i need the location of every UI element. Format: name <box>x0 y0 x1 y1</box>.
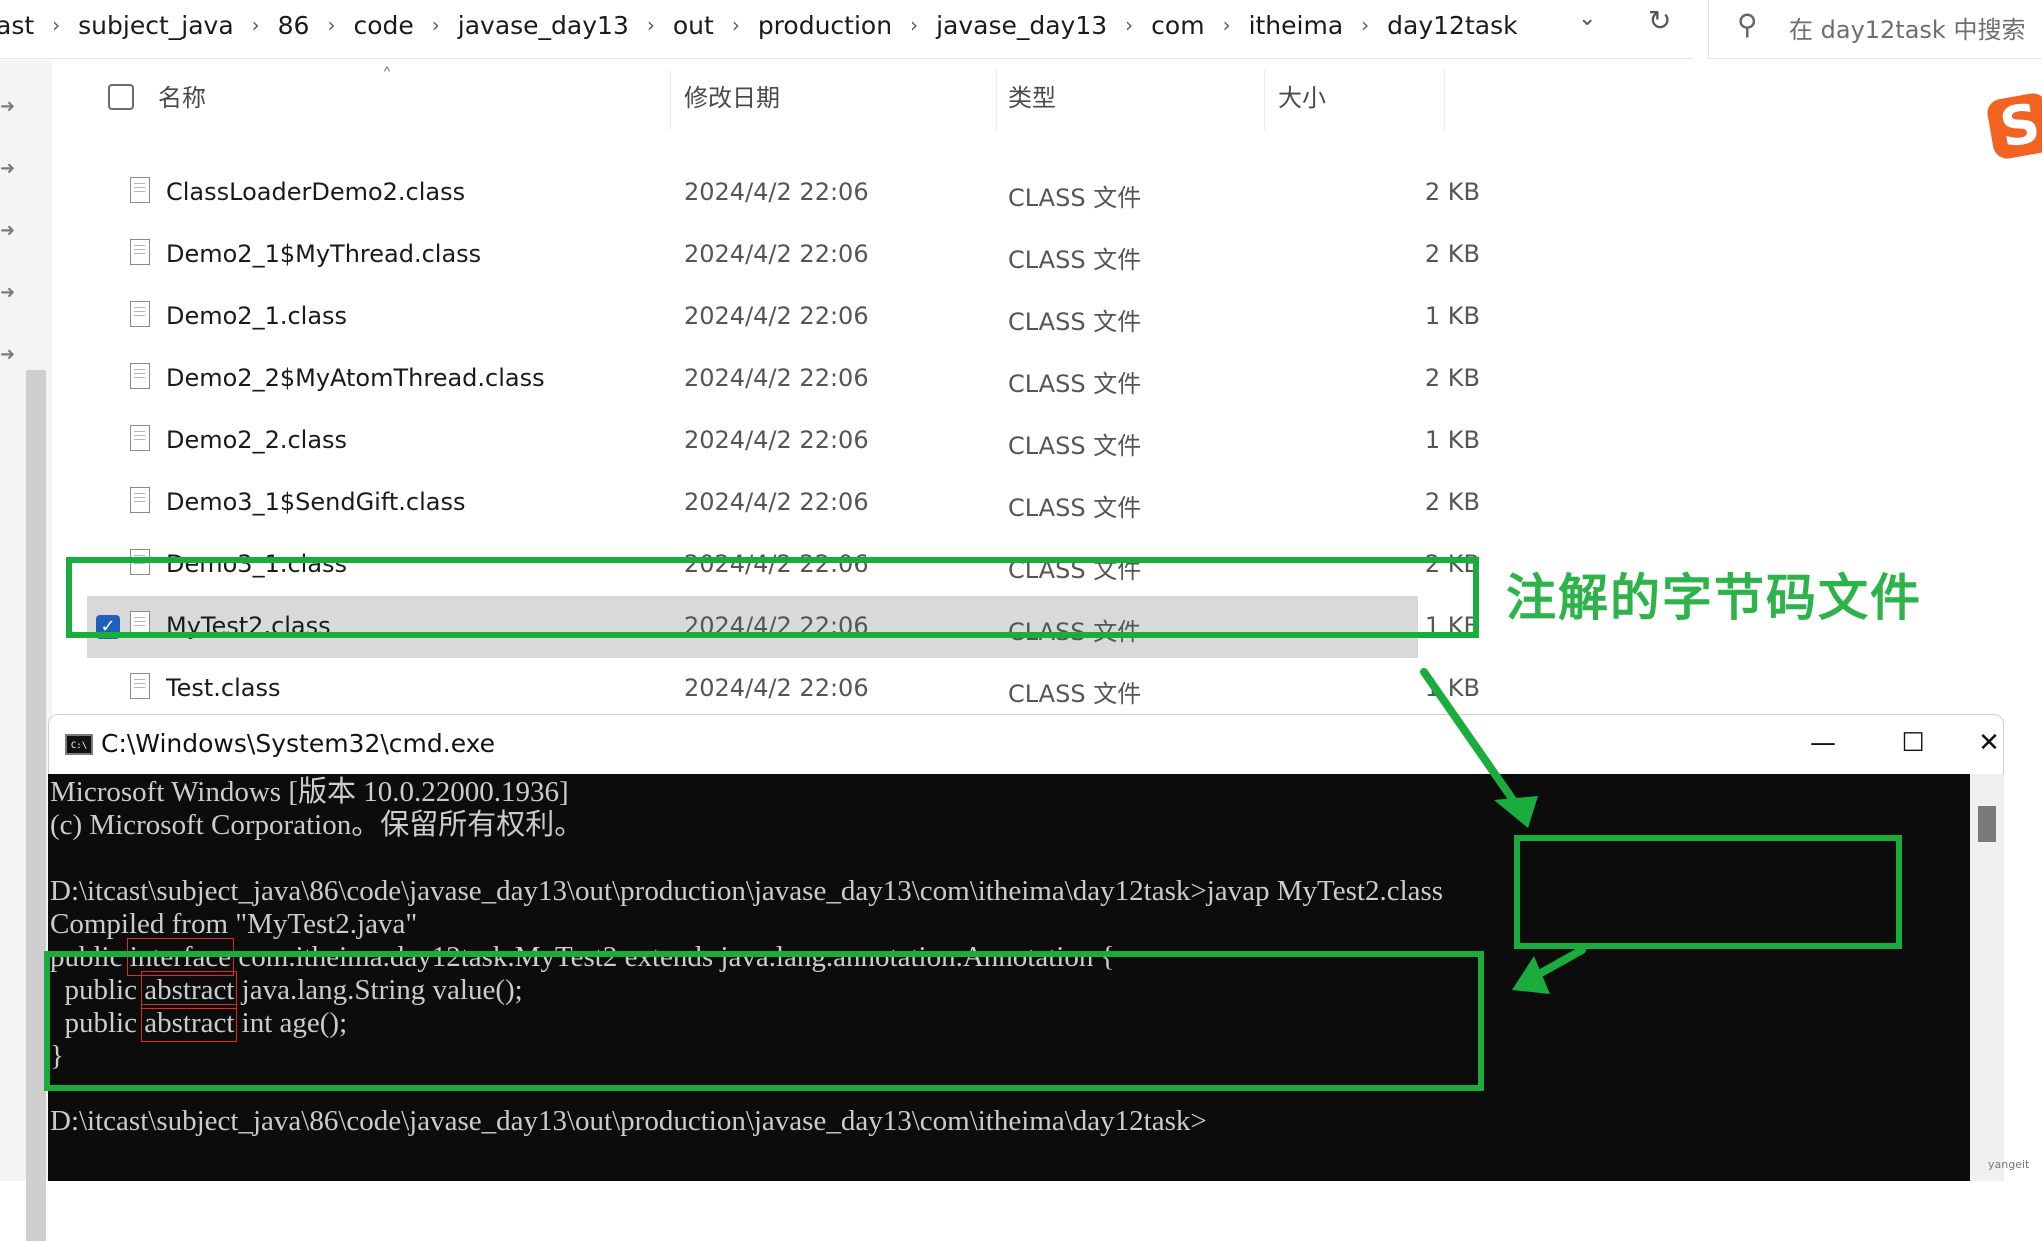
arrow-line <box>1420 668 1524 814</box>
arrow-head-icon <box>1494 796 1538 828</box>
watermark: yangeit <box>1988 1158 2030 1171</box>
annotation-arrows <box>1420 668 1586 994</box>
